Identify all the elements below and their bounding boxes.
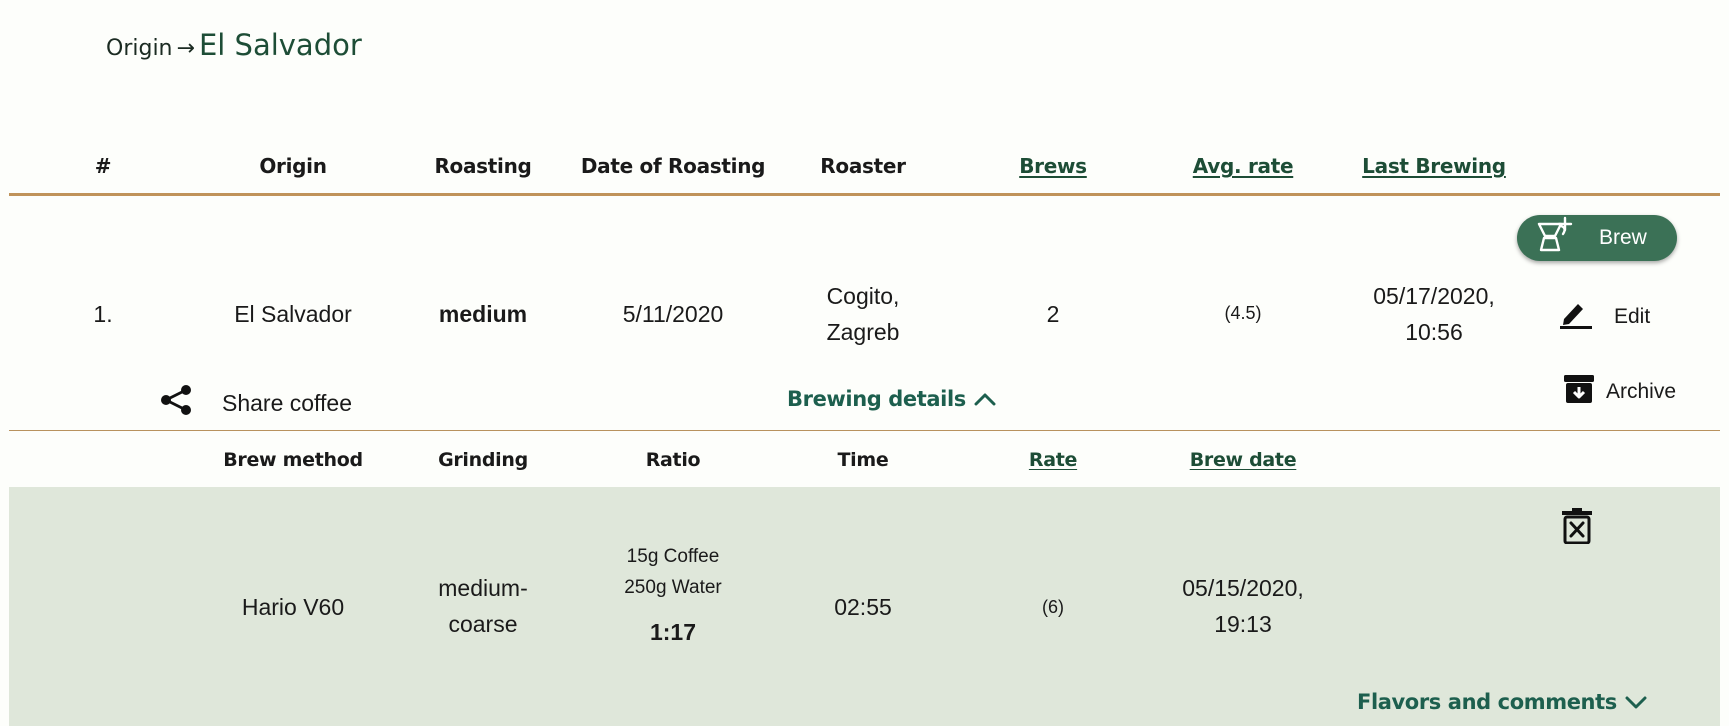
roaster-line-2: Zagreb [826, 319, 900, 345]
chevron-up-icon [974, 387, 996, 411]
archive-icon [1564, 373, 1594, 411]
flavors-comments-toggle[interactable]: Flavors and comments [1357, 690, 1647, 714]
brew-time: 02:55 [834, 594, 892, 620]
row-roasting: medium [438, 301, 528, 327]
brew-method: Hario V60 [241, 594, 345, 620]
header-brews-sort[interactable]: Brews [1019, 154, 1087, 178]
breadcrumb-root[interactable]: Origin [106, 36, 173, 61]
row-brews: 2 [1046, 301, 1060, 327]
grinding-line-2: coarse [448, 611, 518, 637]
row-origin: El Salvador [234, 301, 352, 327]
brew-date-day: 05/15/2020, [1182, 575, 1304, 601]
brew-button-label: Brew [1599, 226, 1647, 249]
last-brewing-date: 05/17/2020, [1373, 283, 1495, 309]
share-icon [160, 385, 194, 421]
ratio-coffee: 15g Coffee [626, 546, 720, 567]
brew-ratio: 15g Coffee 250g Water 1:17 [624, 541, 722, 646]
grinding-line-1: medium- [438, 575, 528, 601]
header-date-of-roasting: Date of Roasting [580, 154, 766, 178]
row-avg-rate: (4.5) [1224, 303, 1262, 323]
header-last-brewing-sort[interactable]: Last Brewing [1362, 154, 1506, 178]
roaster-line-1: Cogito, [826, 283, 900, 309]
brew-button[interactable]: Brew [1517, 215, 1677, 261]
header-brew-date-sort[interactable]: Brew date [1190, 449, 1297, 471]
archive-button[interactable]: Archive [1564, 373, 1676, 411]
row-date-of-roasting: 5/11/2020 [622, 301, 724, 327]
edit-button[interactable]: Edit [1560, 299, 1650, 335]
page-title: El Salvador [198, 28, 362, 62]
row-index: 1. [93, 301, 113, 327]
brew-rate: (6) [1042, 597, 1064, 617]
last-brewing-time: 10:56 [1405, 319, 1463, 345]
header-divider [9, 193, 1720, 196]
trash-x-icon [1562, 508, 1592, 548]
header-index: # [94, 154, 112, 178]
chevron-down-icon [1625, 690, 1647, 714]
header-avg-rate-sort[interactable]: Avg. rate [1193, 154, 1294, 178]
row-last-brewing: 05/17/2020, 10:56 [1373, 278, 1495, 350]
share-coffee-button[interactable]: Share coffee [160, 385, 352, 421]
breadcrumb: Origin → El Salvador [106, 28, 362, 62]
share-coffee-label: Share coffee [222, 389, 353, 416]
brew-grinding: medium- coarse [438, 570, 527, 642]
header-roaster: Roaster [820, 154, 906, 178]
brewing-details-label: Brewing details [787, 387, 966, 411]
header-brew-method: Brew method [223, 449, 363, 471]
flavors-comments-label: Flavors and comments [1357, 690, 1617, 714]
ratio-value: 1:17 [649, 619, 697, 645]
header-grinding: Grinding [438, 449, 528, 471]
header-roasting: Roasting [434, 154, 532, 178]
header-rate-sort[interactable]: Rate [1029, 449, 1078, 471]
row-roaster: Cogito, Zagreb [827, 278, 900, 350]
brew-date: 05/15/2020, 19:13 [1182, 570, 1304, 642]
brew-kettle-icon [1535, 216, 1579, 260]
delete-brew-button[interactable] [1562, 508, 1592, 549]
header-origin: Origin [259, 154, 327, 178]
pencil-icon [1560, 299, 1592, 335]
brew-section-divider [9, 430, 1720, 431]
ratio-water: 250g Water [624, 577, 722, 598]
brewing-details-toggle[interactable]: Brewing details [787, 387, 996, 411]
edit-label: Edit [1614, 305, 1651, 328]
brew-date-time: 19:13 [1214, 611, 1272, 637]
archive-label: Archive [1606, 380, 1677, 403]
breadcrumb-separator: → [176, 36, 195, 61]
header-ratio: Ratio [645, 449, 701, 471]
header-time: Time [837, 449, 889, 471]
